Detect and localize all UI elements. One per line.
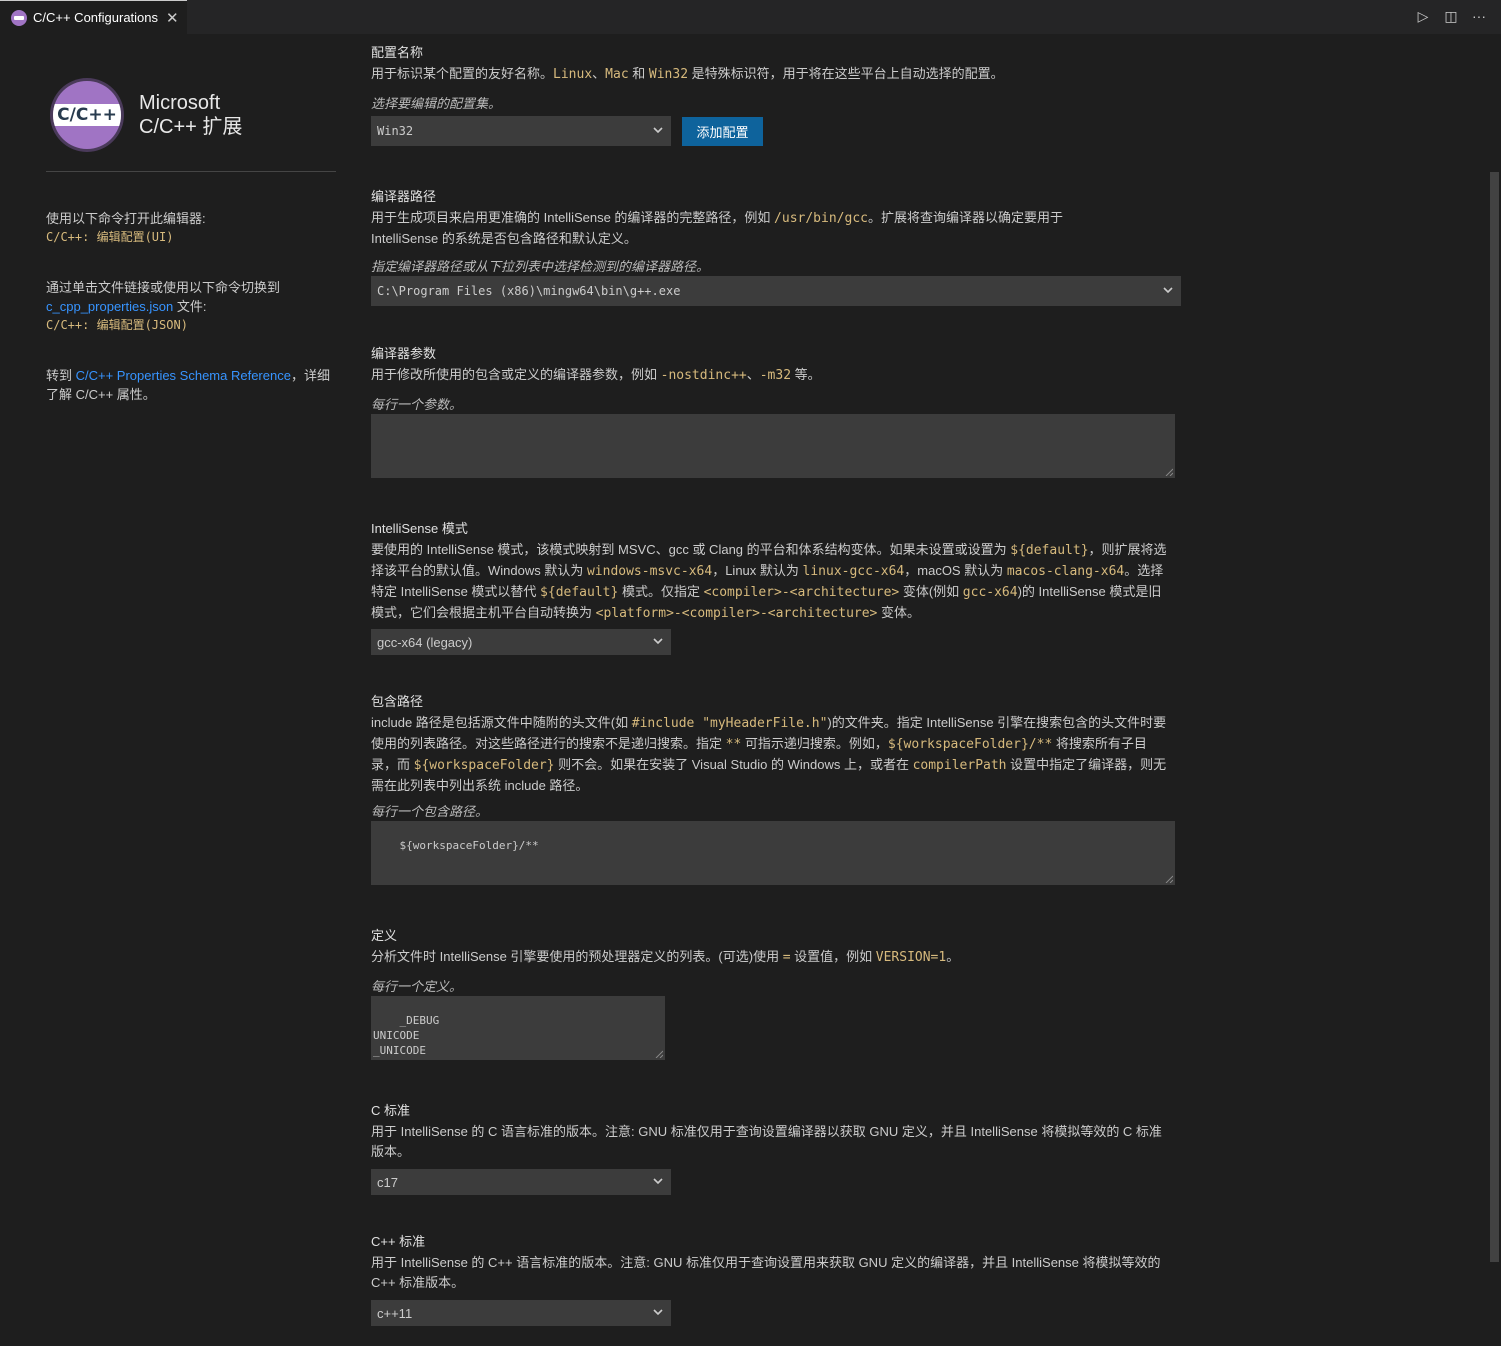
intellisense-mode-desc: 要使用的 IntelliSense 模式，该模式映射到 MSVC、gcc 或 C… [371, 542, 1167, 621]
compiler-args-textarea[interactable] [371, 414, 1175, 478]
compiler-path-input[interactable]: C:\Program Files (x86)\mingw64\bin\g++.e… [371, 276, 1181, 306]
chevron-down-icon [653, 1309, 663, 1316]
divider [46, 171, 336, 172]
c-standard-title: C 标准 [371, 1103, 411, 1118]
resize-grip-icon[interactable] [655, 1050, 663, 1058]
json-file-link[interactable]: c_cpp_properties.json [46, 299, 173, 314]
intellisense-mode-title: IntelliSense 模式 [371, 521, 468, 536]
compiler-path-hint: 指定编译器路径或从下拉列表中选择检测到的编译器路径。 [371, 259, 710, 274]
open-command-info: 使用以下命令打开此编辑器: C/C++: 编辑配置(UI) [46, 209, 336, 247]
include-path-textarea[interactable]: ${workspaceFolder}/** [371, 821, 1175, 885]
brand-title: Microsoft C/C++ 扩展 [139, 92, 243, 138]
config-name-hint: 选择要编辑的配置集。 [371, 96, 502, 111]
config-select[interactable]: Win32 [371, 116, 671, 146]
config-name-title: 配置名称 [371, 45, 424, 60]
scrollbar-thumb[interactable] [1490, 172, 1499, 1262]
resize-grip-icon[interactable] [1165, 875, 1173, 883]
editor-actions: ▷ ◫ ··· [1415, 7, 1487, 25]
compiler-args-hint: 每行一个参数。 [371, 397, 463, 412]
add-configuration-button[interactable]: 添加配置 [682, 117, 763, 146]
intellisense-mode-select[interactable]: gcc-x64 (legacy) [371, 629, 671, 655]
chevron-down-icon [653, 638, 663, 645]
defines-textarea[interactable]: _DEBUG UNICODE _UNICODE [371, 996, 665, 1060]
schema-reference-info: 转到 C/C++ Properties Schema Reference，详细了… [46, 368, 330, 402]
compiler-path-title: 编译器路径 [371, 189, 437, 204]
split-editor-icon[interactable]: ◫ [1443, 7, 1459, 25]
switch-json-info: 通过单击文件链接或使用以下命令切换到 c_cpp_properties.json… [46, 278, 336, 335]
cpp-logo-icon: C/C++ [50, 78, 124, 152]
resize-grip-icon[interactable] [1165, 468, 1173, 476]
open-ui-command: C/C++: 编辑配置(UI) [46, 230, 174, 244]
compiler-args-desc: 用于修改所使用的包含或定义的编译器参数，例如 -nostdinc++、-m32 … [371, 367, 821, 383]
c-standard-select[interactable]: c17 [371, 1169, 671, 1195]
brand-header: C/C++ Microsoft C/C++ 扩展 [50, 78, 242, 152]
compiler-path-desc: 用于生成项目来启用更准确的 IntelliSense 的编译器的完整路径，例如 … [371, 210, 1063, 246]
compiler-args-title: 编译器参数 [371, 346, 437, 361]
defines-desc: 分析文件时 IntelliSense 引擎要使用的预处理器定义的列表。(可选)使… [371, 949, 960, 965]
defines-hint: 每行一个定义。 [371, 979, 463, 994]
run-icon[interactable]: ▷ [1415, 7, 1431, 25]
config-name-desc: 用于标识某个配置的友好名称。Linux、Mac 和 Win32 是特殊标识符，用… [371, 66, 1004, 82]
defines-title: 定义 [371, 928, 398, 943]
chevron-down-icon [653, 1178, 663, 1185]
c-standard-desc: 用于 IntelliSense 的 C 语言标准的版本。注意: GNU 标准仅用… [371, 1124, 1162, 1159]
chevron-down-icon [653, 127, 663, 134]
tab-cpp-configurations[interactable]: C/C++ Configurations ✕ [0, 0, 187, 34]
include-path-desc: include 路径是包括源文件中随附的头文件(如 #include "myHe… [371, 715, 1167, 793]
include-path-hint: 每行一个包含路径。 [371, 804, 489, 819]
schema-reference-link[interactable]: C/C++ Properties Schema Reference [76, 368, 291, 383]
tab-title: C/C++ Configurations [33, 10, 159, 25]
more-actions-icon[interactable]: ··· [1471, 7, 1487, 25]
editor-tab-bar: C/C++ Configurations ✕ ▷ ◫ ··· [0, 0, 1501, 34]
close-icon[interactable]: ✕ [166, 9, 179, 27]
cpp-standard-select[interactable]: c++11 [371, 1300, 671, 1326]
cpp-standard-desc: 用于 IntelliSense 的 C++ 语言标准的版本。注意: GNU 标准… [371, 1255, 1161, 1290]
open-json-command: C/C++: 编辑配置(JSON) [46, 318, 188, 332]
cpp-file-icon [11, 9, 27, 26]
include-path-title: 包含路径 [371, 694, 424, 709]
cpp-standard-title: C++ 标准 [371, 1234, 426, 1249]
chevron-down-icon[interactable] [1161, 283, 1175, 297]
